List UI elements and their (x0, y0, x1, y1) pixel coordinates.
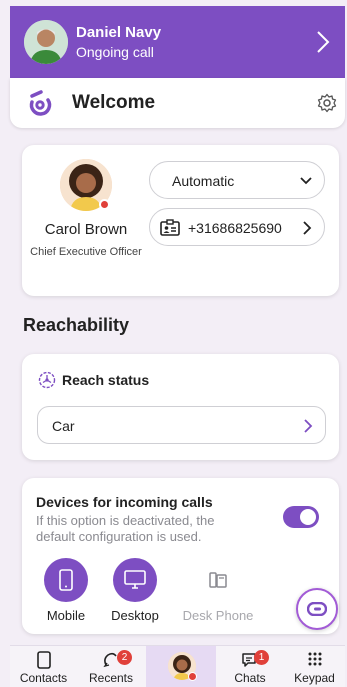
devices-description: If this option is deactivated, the defau… (36, 513, 215, 544)
devices-title: Devices for incoming calls (36, 494, 213, 510)
nav-item-keypad[interactable]: Keypad (284, 646, 345, 687)
devices-card: Devices for incoming calls If this optio… (22, 478, 339, 634)
device-mobile[interactable]: Mobile (26, 558, 106, 623)
keypad-icon (308, 652, 321, 666)
reach-status-card: Reach status Car (22, 354, 339, 460)
desktop-monitor-icon (124, 570, 146, 589)
bottom-navigation: Contacts 2 Recents 1 Chats Keypad (10, 645, 345, 687)
profile-name: Carol Brown (44, 221, 128, 238)
availability-dropdown[interactable]: Automatic (149, 161, 325, 199)
welcome-header: Welcome (10, 78, 345, 128)
profile-card: Carol Brown Chief Executive Officer Auto… (22, 145, 339, 296)
device-mobile-circle (44, 558, 88, 602)
chevron-down-icon (300, 177, 312, 185)
nav-label: Chats (234, 671, 266, 685)
nav-label: Contacts (19, 671, 68, 685)
chats-badge: 1 (254, 650, 269, 665)
outgoing-number-selector[interactable]: +31686825690 (149, 208, 325, 246)
nav-item-chats[interactable]: 1 Chats (216, 646, 284, 687)
assistant-fab-button[interactable] (296, 588, 338, 630)
chevron-right-icon[interactable] (311, 26, 335, 58)
page-title: Welcome (72, 92, 156, 113)
nav-label: Recents (88, 671, 134, 685)
reach-status-icon (38, 371, 56, 389)
phone-number: +31686825690 (188, 220, 282, 236)
app-logo-icon (29, 90, 52, 116)
desk-phone-icon (209, 572, 227, 588)
chevron-right-icon (304, 419, 313, 433)
reach-status-selector[interactable]: Car (37, 406, 326, 444)
recents-badge: 2 (117, 650, 132, 665)
nav-item-recents[interactable]: 2 Recents (77, 646, 145, 687)
contacts-icon (36, 651, 51, 669)
call-status: Ongoing call (76, 44, 154, 60)
section-title-reachability: Reachability (23, 315, 130, 335)
chevron-right-icon (303, 221, 312, 235)
availability-value: Automatic (172, 173, 235, 189)
toggle-knob (300, 509, 316, 525)
gear-icon[interactable] (317, 93, 337, 113)
device-desk-phone[interactable]: Desk Phone (178, 558, 258, 623)
presence-status-dot (188, 672, 197, 681)
ongoing-call-banner[interactable]: Daniel Navy Ongoing call (10, 6, 345, 78)
contact-card-icon (160, 219, 180, 236)
reach-status-value: Car (52, 418, 75, 434)
caller-avatar (24, 20, 68, 64)
caller-name: Daniel Navy (76, 24, 162, 41)
presence-status-dot (99, 199, 110, 210)
nav-item-contacts[interactable]: Contacts (10, 646, 77, 687)
chat-bubble-icon (307, 602, 327, 616)
device-desk-phone-circle (196, 558, 240, 602)
device-label: Mobile (46, 608, 86, 623)
nav-label: Keypad (294, 671, 335, 685)
profile-role: Chief Executive Officer (30, 246, 142, 258)
device-label: Desktop (111, 608, 159, 623)
device-desktop-circle (113, 558, 157, 602)
device-label: Desk Phone (182, 608, 254, 623)
devices-toggle[interactable] (283, 506, 319, 528)
reach-status-label: Reach status (62, 372, 150, 388)
mobile-phone-icon (59, 569, 73, 591)
device-desktop[interactable]: Desktop (95, 558, 175, 623)
nav-item-profile[interactable] (146, 646, 216, 687)
